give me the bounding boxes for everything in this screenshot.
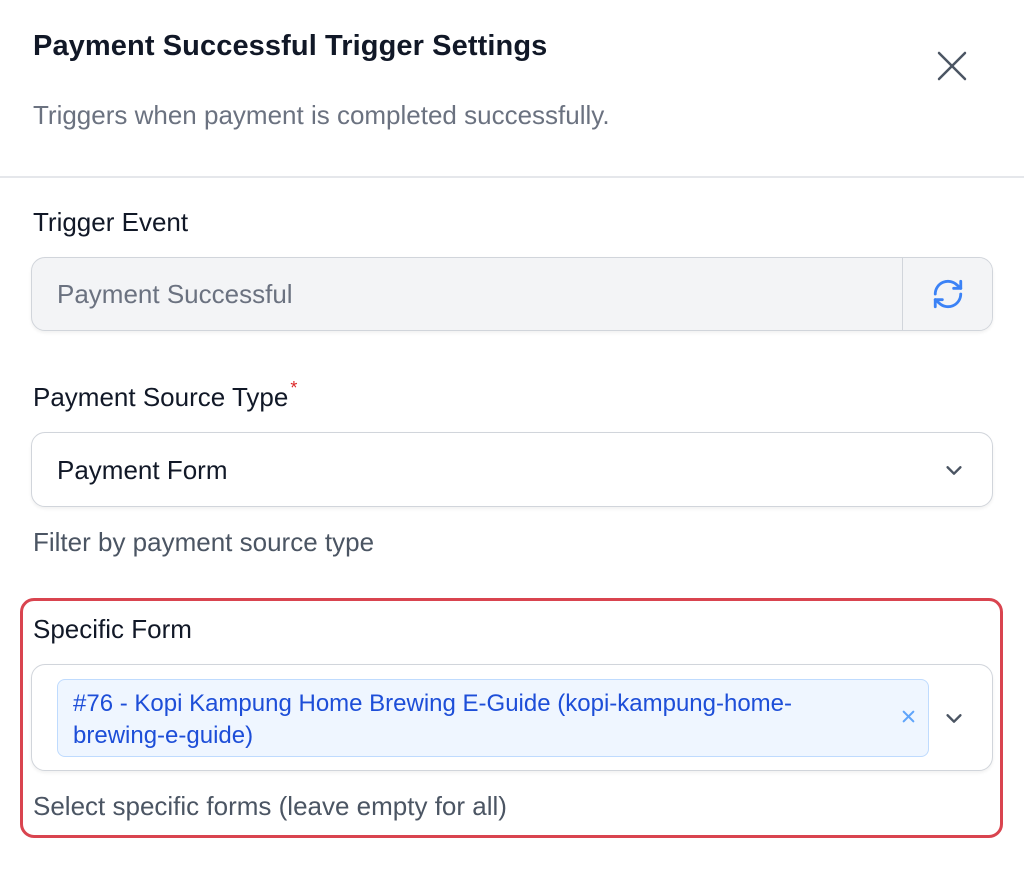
- chevron-down-icon: [942, 458, 966, 482]
- remove-icon[interactable]: [898, 706, 918, 726]
- payment-source-type-select[interactable]: Payment Form: [31, 432, 993, 507]
- selected-form-chip: #76 - Kopi Kampung Home Brewing E-Guide …: [57, 679, 929, 757]
- trigger-event-value: Payment Successful: [57, 279, 293, 309]
- payment-source-type-label: Payment Source Type *: [33, 378, 297, 413]
- trigger-event-label: Trigger Event: [33, 207, 189, 237]
- refresh-icon: [933, 279, 962, 309]
- payment-source-type-label-text: Payment Source Type: [33, 382, 289, 412]
- specific-form-select[interactable]: #76 - Kopi Kampung Home Brewing E-Guide …: [31, 664, 993, 771]
- selected-form-chip-label: #76 - Kopi Kampung Home Brewing E-Guide …: [73, 690, 793, 749]
- payment-source-type-helper: Filter by payment source type: [33, 527, 375, 557]
- trigger-event-field: Payment Successful: [31, 257, 993, 331]
- refresh-button[interactable]: [902, 258, 992, 330]
- panel-header: Payment Successful Trigger Settings Trig…: [0, 0, 1024, 178]
- required-marker: *: [290, 378, 298, 398]
- close-icon: [937, 51, 967, 81]
- specific-form-label: Specific Form: [33, 614, 192, 644]
- chevron-down-icon[interactable]: [942, 706, 966, 730]
- panel-subtitle: Triggers when payment is completed succe…: [33, 100, 610, 130]
- payment-source-type-value: Payment Form: [57, 455, 228, 485]
- close-button[interactable]: [930, 44, 974, 88]
- specific-form-helper: Select specific forms (leave empty for a…: [33, 791, 507, 821]
- panel-title: Payment Successful Trigger Settings: [33, 30, 548, 62]
